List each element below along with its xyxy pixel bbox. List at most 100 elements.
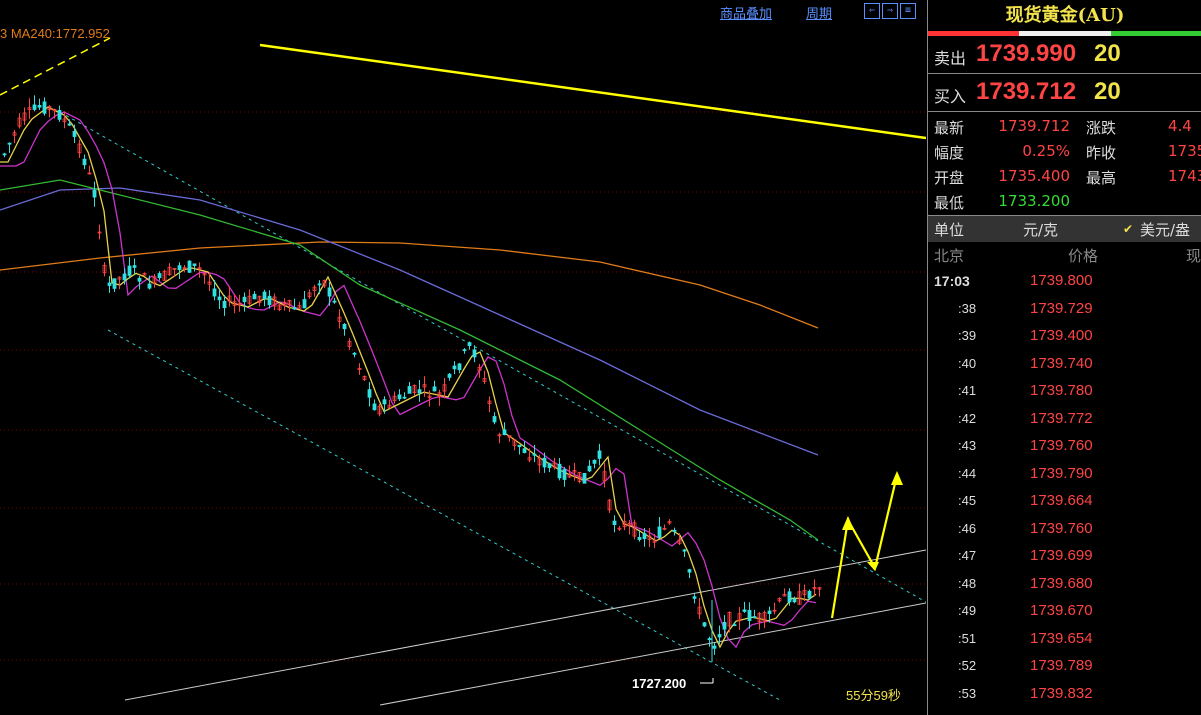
candle-body <box>217 296 222 301</box>
candle-body <box>702 622 707 627</box>
candle-body <box>402 396 407 399</box>
candle-body <box>612 520 617 526</box>
tick-time: :41 <box>958 383 977 398</box>
tick-price: 1739.699 <box>1030 547 1093 564</box>
candle-body <box>687 569 692 573</box>
candle-body <box>562 469 567 480</box>
stats-row: 最低 1733.200 <box>928 190 1201 215</box>
arrow-head-mid <box>867 562 879 571</box>
stats-row: 最新 1739.712 涨跌 4.4 <box>928 115 1201 140</box>
tick-time: :51 <box>958 630 977 646</box>
tick-price: 1739.729 <box>1030 299 1093 317</box>
tick-price: 1739.400 <box>1030 327 1093 344</box>
candle-body <box>747 610 752 621</box>
candle-body <box>742 609 747 612</box>
overlay-button[interactable]: 商品叠加 <box>720 3 772 22</box>
tick-row: :51 1739.654 <box>928 626 1201 654</box>
stat-label: 涨跌 <box>1086 119 1117 137</box>
tick-row: 17:03 1739.800 <box>928 268 1201 296</box>
tick-header-now: 现 <box>1186 247 1201 265</box>
candle-body <box>707 638 712 640</box>
candle-body <box>547 463 552 469</box>
candle-body <box>692 596 697 599</box>
tick-time: :47 <box>958 548 977 563</box>
candle-body <box>492 416 497 423</box>
ma-green-line <box>0 179 819 541</box>
tick-list[interactable]: 17:03 1739.800:38 1739.729:39 1739.400:40 17… <box>928 268 1201 708</box>
tick-price: 1739.760 <box>1030 437 1093 454</box>
stat-label: 最高 <box>1086 169 1117 187</box>
candlestick-chart[interactable]: 商品叠加 周期 ⇐ ⇒ ≡ 3 MA240:1772.952 1727.200 … <box>0 0 926 715</box>
tick-row: :52 1739.789 <box>928 653 1201 681</box>
tick-price: 1739.680 <box>1030 574 1093 592</box>
tick-time: :45 <box>958 493 977 508</box>
channel-upper-line <box>59 111 926 603</box>
candle-body <box>657 526 662 538</box>
candle-body <box>717 634 722 638</box>
price-grid <box>0 111 926 661</box>
sell-row[interactable]: 卖出 1739.990 20 <box>928 36 1201 74</box>
candle-body <box>147 283 152 289</box>
tick-row: :39 1739.400 <box>928 323 1201 351</box>
tick-price: 1739.772 <box>1030 409 1093 427</box>
candle-body <box>592 459 597 464</box>
tick-price: 1739.832 <box>1030 684 1093 702</box>
tick-time: :42 <box>958 410 977 426</box>
chart-toolbar: 商品叠加 周期 ⇐ ⇒ ≡ <box>0 0 926 24</box>
tick-price: 1739.664 <box>1030 492 1093 509</box>
ma-purple-line <box>0 187 819 456</box>
tick-time: :39 <box>958 328 977 343</box>
tick-header-price: 价格 <box>1068 247 1099 265</box>
tick-header-place: 北京 <box>934 247 965 265</box>
candle-body <box>292 307 297 310</box>
instrument-title: 现货黄金(AU) <box>1005 5 1125 26</box>
tick-price: 1739.654 <box>1030 629 1093 647</box>
stat-value: 1735.400 <box>998 167 1070 185</box>
stat-value: 0.25% <box>1022 142 1070 160</box>
candle-body <box>127 265 132 276</box>
stat-value: 1743.8 <box>1168 167 1201 185</box>
candle-body <box>472 349 477 358</box>
unit-usd-option[interactable]: 美元/盎 <box>1140 219 1190 240</box>
candle-body <box>72 131 77 137</box>
candle-body <box>267 295 272 306</box>
buy-price: 1739.712 <box>976 78 1077 105</box>
buy-qty: 20 <box>1094 78 1121 105</box>
tick-time: :40 <box>958 355 977 371</box>
next-icon[interactable]: ⇒ <box>882 3 898 19</box>
candle-body <box>37 104 42 108</box>
unit-yuan-option[interactable]: 元/克 <box>1023 219 1058 240</box>
candle-body <box>262 291 267 300</box>
candle-body <box>122 273 127 281</box>
arrow-head-2 <box>891 471 903 485</box>
candles <box>2 95 822 662</box>
period-button[interactable]: 周期 <box>806 3 832 22</box>
candle-body <box>382 399 387 405</box>
candle-body <box>787 591 792 603</box>
candle-body <box>372 403 377 411</box>
stat-value: 4.4 <box>1168 117 1192 135</box>
ma240-label: 3 MA240:1772.952 <box>0 26 110 41</box>
tick-row: :49 1739.670 <box>928 598 1201 626</box>
tick-row: :43 1739.760 <box>928 433 1201 461</box>
candle-body <box>582 472 587 484</box>
arrow-head-1 <box>842 516 854 530</box>
tick-header: 北京 价格 现 <box>928 242 1201 268</box>
candle-body <box>767 610 772 614</box>
candle-body <box>672 529 677 532</box>
candle-body <box>2 153 7 156</box>
candle-body <box>807 590 812 599</box>
stats-table: 最新 1739.712 涨跌 4.4 幅度 0.25% 昨收 1735.3 开盘 1735.400… <box>928 112 1201 216</box>
candle-body <box>137 277 142 282</box>
candle-body <box>7 142 12 145</box>
buy-row[interactable]: 买入 1739.712 20 <box>928 74 1201 112</box>
stat-label: 开盘 <box>934 169 965 187</box>
candle-body <box>352 352 357 355</box>
candle-body <box>132 265 137 268</box>
candle-body <box>637 537 642 540</box>
candle-body <box>327 287 332 297</box>
tick-price: 1739.670 <box>1030 602 1093 619</box>
chart-canvas[interactable] <box>0 0 926 715</box>
menu-icon[interactable]: ≡ <box>900 3 916 19</box>
prev-icon[interactable]: ⇐ <box>864 3 880 19</box>
